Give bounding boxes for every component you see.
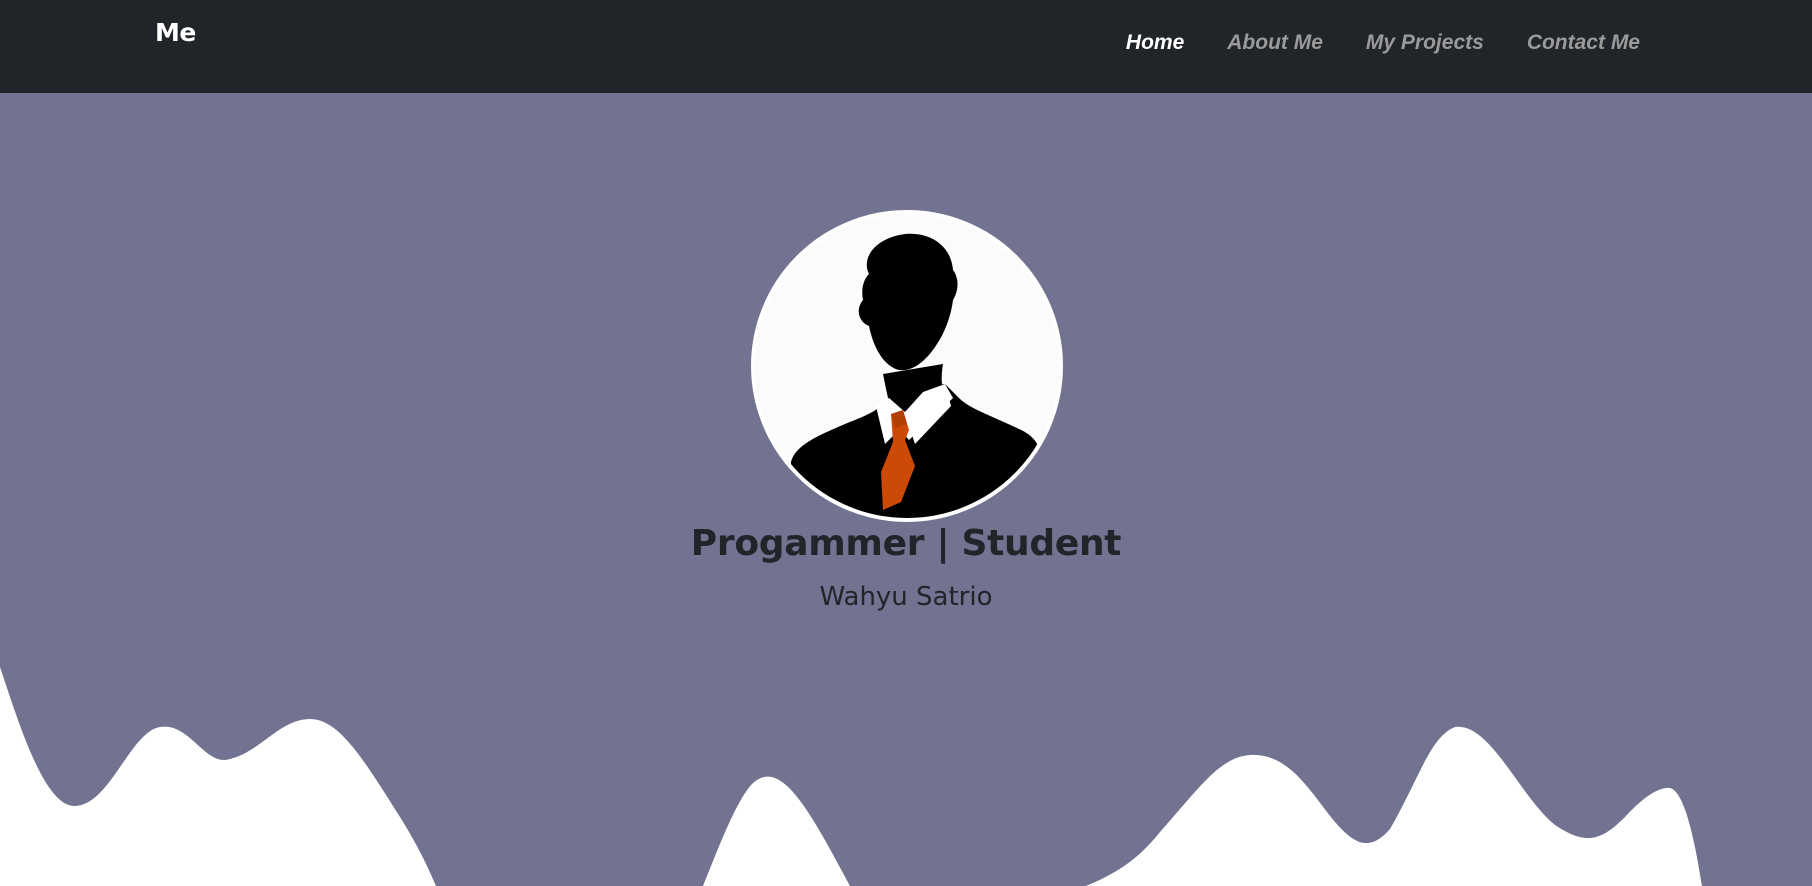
- nav-link-my-projects[interactable]: My Projects: [1366, 31, 1484, 55]
- hero-section: Progammer | Student Wahyu Satrio: [0, 93, 1812, 886]
- hero-name: Wahyu Satrio: [819, 582, 993, 612]
- wave-decoration: [0, 667, 1812, 886]
- person-silhouette-icon: [755, 214, 1059, 518]
- nav-link-home[interactable]: Home: [1126, 31, 1184, 55]
- nav-link-about-me[interactable]: About Me: [1227, 31, 1323, 55]
- nav-link-contact-me[interactable]: Contact Me: [1527, 31, 1640, 55]
- navbar: Me Home About Me My Projects Contact Me: [0, 0, 1812, 93]
- hero-title: Progammer | Student: [690, 523, 1122, 564]
- profile-avatar: [751, 210, 1063, 522]
- brand-logo[interactable]: Me: [155, 18, 196, 47]
- nav-links: Home About Me My Projects Contact Me: [1126, 31, 1640, 55]
